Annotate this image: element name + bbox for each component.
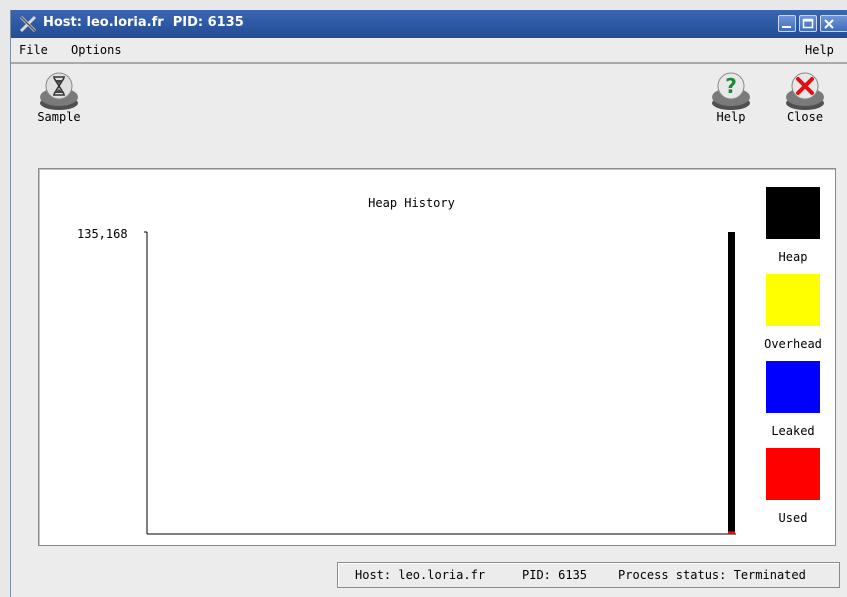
legend-swatch-leaked bbox=[766, 361, 820, 413]
legend-label-leaked: Leaked bbox=[771, 424, 815, 438]
maximize-icon bbox=[802, 18, 814, 29]
title-bar[interactable]: Host: leo.loria.fr PID: 6135 bbox=[11, 10, 847, 38]
close-icon bbox=[824, 19, 834, 29]
status-host: Host: leo.loria.fr bbox=[355, 568, 486, 582]
status-process: Process status: Terminated bbox=[618, 568, 806, 582]
hourglass-icon bbox=[40, 72, 78, 110]
close-x-icon bbox=[786, 72, 824, 110]
app-window: Host: leo.loria.fr PID: 6135 File Option… bbox=[10, 10, 847, 597]
legend-label-overhead: Overhead bbox=[764, 337, 822, 351]
legend-swatch-overhead bbox=[766, 274, 820, 326]
legend-label-heap: Heap bbox=[778, 250, 808, 264]
minimize-icon bbox=[782, 26, 791, 28]
heap-history-chart: Heap History 135,168 Heap Overhead Leake… bbox=[38, 168, 836, 546]
legend-swatch-used bbox=[766, 448, 820, 500]
close-label: Close bbox=[786, 110, 824, 124]
maximize-button[interactable] bbox=[799, 15, 817, 32]
x-app-icon bbox=[19, 15, 37, 33]
help-question-icon: ? bbox=[712, 72, 750, 110]
help-label: Help bbox=[716, 110, 746, 124]
svg-text:?: ? bbox=[725, 74, 737, 98]
minimize-button[interactable] bbox=[778, 15, 796, 32]
bar-used bbox=[728, 531, 735, 534]
chart-plot bbox=[144, 231, 736, 535]
menu-help[interactable]: Help bbox=[805, 43, 834, 57]
legend-label-used: Used bbox=[778, 511, 808, 525]
close-button[interactable]: Close bbox=[783, 70, 827, 124]
menu-bar: File Options Help bbox=[11, 38, 847, 64]
status-bar: Host: leo.loria.fr PID: 6135 Process sta… bbox=[337, 562, 840, 588]
bar-heap bbox=[728, 232, 735, 534]
y-axis-max-label: 135,168 bbox=[77, 227, 128, 241]
menu-options[interactable]: Options bbox=[71, 43, 122, 57]
sample-button[interactable]: Sample bbox=[37, 70, 81, 124]
chart-title: Heap History bbox=[368, 196, 455, 210]
legend-swatch-heap bbox=[766, 187, 820, 239]
menu-file[interactable]: File bbox=[19, 43, 48, 57]
window-title: Host: leo.loria.fr PID: 6135 bbox=[43, 15, 244, 30]
sample-label: Sample bbox=[37, 110, 81, 124]
close-window-button[interactable] bbox=[820, 15, 847, 32]
help-button[interactable]: ? Help bbox=[709, 70, 753, 124]
status-pid: PID: 6135 bbox=[522, 568, 588, 582]
